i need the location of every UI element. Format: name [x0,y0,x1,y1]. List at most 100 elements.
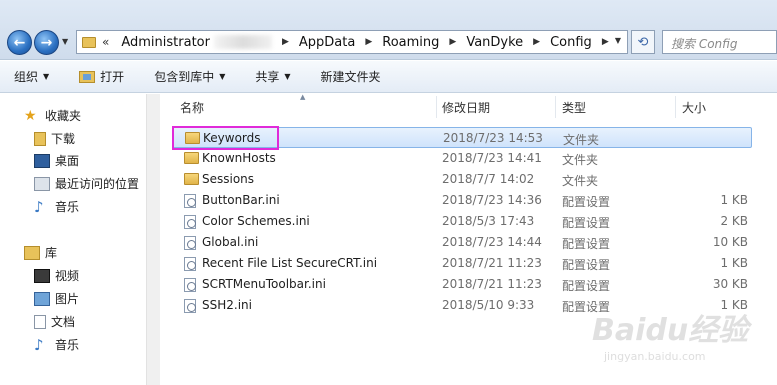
file-row[interactable]: Color Schemes.ini 2018/5/3 17:43 配置设置 2 KB [172,211,752,232]
sort-ascending-icon: ▲ [300,93,306,101]
sidebar-item-music[interactable]: ♪ 音乐 [34,198,79,215]
file-row[interactable]: Global.ini 2018/7/23 14:44 配置设置 10 KB [172,232,752,253]
chevron-right-icon[interactable]: ▶ [443,37,462,47]
open-button[interactable]: 打开 [79,68,124,85]
include-in-library-label: 包含到库中 [154,70,215,84]
chevron-right-icon[interactable]: ▶ [276,37,295,47]
ini-file-icon [184,278,196,292]
pictures-icon [34,291,50,306]
ini-file-icon [184,236,196,250]
file-row[interactable]: Recent File List SecureCRT.ini 2018/7/21 … [172,253,752,274]
file-name: SSH2.ini [202,298,252,312]
watermark-url: jingyan.baidu.com [604,350,706,363]
desktop-icon [34,153,50,168]
folder-icon [184,173,199,185]
file-type: 文件夹 [562,153,599,167]
video-icon [34,268,50,283]
open-label: 打开 [100,70,125,84]
file-type: 文件夹 [562,174,599,188]
file-type: 文件夹 [563,133,600,147]
file-date: 2018/5/10 9:33 [442,298,535,312]
breadcrumb-overflow[interactable]: « [102,35,109,49]
file-size: 2 KB [720,214,748,228]
file-name: SCRTMenuToolbar.ini [202,277,326,291]
column-header-size[interactable]: 大小 [682,96,706,118]
file-date: 2018/7/23 14:53 [443,131,543,145]
sidebar-item-videos[interactable]: 视频 [34,267,79,284]
file-type: 配置设置 [562,195,611,209]
file-name: ButtonBar.ini [202,193,280,207]
sidebar-item-label: 文档 [51,315,76,329]
file-row[interactable]: KnownHosts 2018/7/23 14:41 文件夹 [172,148,752,169]
new-folder-button[interactable]: 新建文件夹 [321,68,381,85]
column-divider[interactable] [436,96,437,118]
library-icon [24,245,40,260]
music-note-icon: ♪ [34,335,44,354]
refresh-button[interactable]: ⟲ [631,30,655,54]
column-divider[interactable] [555,96,556,118]
organize-button[interactable]: 组织 ▼ [14,68,49,85]
file-name: Sessions [202,172,255,186]
organize-label: 组织 [14,70,39,84]
file-row[interactable]: SCRTMenuToolbar.ini 2018/7/21 11:23 配置设置 30… [172,274,752,295]
breadcrumb-item-config[interactable]: Config [546,35,596,50]
column-header-date[interactable]: 修改日期 [442,96,490,118]
watermark-logo: Baidu经验 [592,313,749,348]
sidebar-item-label: 图片 [55,292,80,306]
search-input[interactable]: 搜索 Config [662,30,777,54]
sidebar-item-pictures[interactable]: 图片 [34,290,79,307]
chevron-right-icon[interactable]: ▶ [596,37,615,47]
file-name: KnownHosts [202,151,276,165]
sidebar-item-library-music[interactable]: ♪ 音乐 [34,336,79,353]
file-date: 2018/5/3 17:43 [442,214,535,228]
column-header-name[interactable]: 名称 [180,96,204,118]
chevron-down-icon: ▼ [219,72,226,81]
breadcrumb[interactable]: « Administrator ▶ AppData ▶ Roaming ▶ Va… [76,30,628,54]
share-label: 共享 [255,70,280,84]
breadcrumb-item-vandyke[interactable]: VanDyke [462,35,527,50]
sidebar-item-desktop[interactable]: 桌面 [34,152,79,169]
ini-file-icon [184,194,196,208]
sidebar-item-label: 库 [45,246,58,260]
file-size: 30 KB [712,277,748,291]
redacted-text [213,35,272,49]
file-date: 2018/7/23 14:44 [442,235,542,249]
annotation-highlight-box [172,126,279,150]
file-size: 1 KB [720,256,748,270]
column-header-type[interactable]: 类型 [562,96,586,118]
breadcrumb-item-administrator[interactable]: Administrator [117,35,214,50]
recent-pages-dropdown[interactable]: ▼ [62,37,68,46]
downloads-folder-icon [34,131,46,146]
column-divider[interactable] [675,96,676,118]
file-size: 10 KB [712,235,748,249]
chevron-right-icon[interactable]: ▶ [359,37,378,47]
share-button[interactable]: 共享 ▼ [255,68,290,85]
navigation-scrollbar[interactable] [146,94,160,385]
sidebar-item-recent-places[interactable]: 最近访问的位置 [34,175,139,192]
file-date: 2018/7/7 14:02 [442,172,535,186]
sidebar-item-documents[interactable]: 文档 [34,313,75,330]
back-button[interactable]: ← [7,30,32,55]
breadcrumb-item-appdata[interactable]: AppData [295,35,359,50]
ini-file-icon [184,299,196,313]
chevron-down-icon[interactable]: ▼ [615,36,621,45]
sidebar-item-libraries[interactable]: 库 [24,244,57,261]
file-row[interactable]: Sessions 2018/7/7 14:02 文件夹 [172,169,752,190]
folder-icon [184,152,199,164]
sidebar-item-label: 视频 [55,269,80,283]
sidebar-item-downloads[interactable]: 下载 [34,130,75,147]
documents-icon [34,314,46,329]
breadcrumb-item-roaming[interactable]: Roaming [378,35,443,50]
file-row[interactable]: ButtonBar.ini 2018/7/23 14:36 配置设置 1 KB [172,190,752,211]
file-name: Color Schemes.ini [202,214,310,228]
forward-button[interactable]: → [34,30,59,55]
new-folder-label: 新建文件夹 [320,70,381,84]
file-size: 1 KB [720,193,748,207]
file-date: 2018/7/21 11:23 [442,277,542,291]
file-date: 2018/7/23 14:41 [442,151,542,165]
sidebar-item-favorites[interactable]: ★ 收藏夹 [24,107,81,124]
ini-file-icon [184,257,196,271]
file-name: Recent File List SecureCRT.ini [202,256,378,270]
chevron-right-icon[interactable]: ▶ [527,37,546,47]
include-in-library-button[interactable]: 包含到库中 ▼ [154,68,225,85]
